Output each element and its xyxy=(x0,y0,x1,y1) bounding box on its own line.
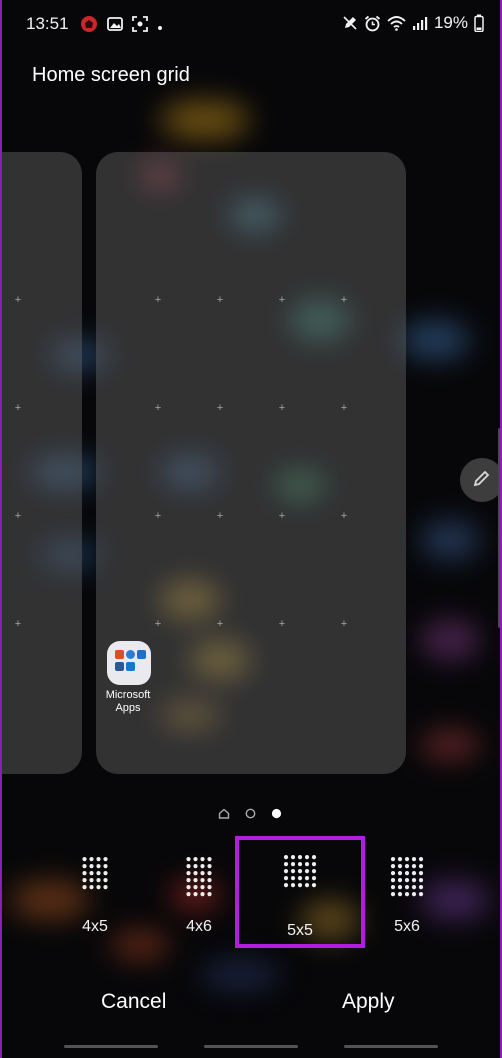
home-page-indicator-icon[interactable] xyxy=(218,806,230,824)
page-indicator xyxy=(0,803,502,819)
grid-cell-marker: + xyxy=(14,294,22,306)
grid-cell-marker: + xyxy=(278,510,286,522)
screen-title: Home screen grid xyxy=(32,64,190,86)
edit-button[interactable] xyxy=(460,458,502,502)
grid-cell-marker: + xyxy=(340,510,348,522)
grid-cell-marker: + xyxy=(14,510,22,522)
pencil-icon xyxy=(472,468,492,493)
grid-option-label: 5x6 xyxy=(394,918,420,935)
nav-bar-left-handle xyxy=(64,1045,158,1048)
grid-cell-marker: + xyxy=(278,402,286,414)
grid-cell-marker: + xyxy=(340,618,348,630)
page-dot-2-current[interactable] xyxy=(271,806,282,824)
grid-cell-marker: + xyxy=(154,618,162,630)
grid-cell-marker: + xyxy=(154,402,162,414)
notification-app-icon xyxy=(80,15,98,38)
grid-cell-marker: + xyxy=(14,402,22,414)
grid-cell-marker: + xyxy=(216,510,224,522)
grid-cell-marker: + xyxy=(278,294,286,306)
more-notifications-dot-icon xyxy=(157,18,163,36)
nav-bar-right-handle xyxy=(344,1045,438,1048)
grid-5x6-icon xyxy=(390,857,424,897)
battery-icon xyxy=(474,14,484,32)
grid-cell-marker: + xyxy=(278,618,286,630)
frame-edge-left xyxy=(0,0,2,1058)
apply-button[interactable]: Apply xyxy=(342,990,395,1014)
grid-cell-marker: + xyxy=(340,402,348,414)
grid-cell-marker: + xyxy=(154,294,162,306)
grid-cell-marker: + xyxy=(216,402,224,414)
home-page-preview-previous[interactable] xyxy=(0,152,82,774)
grid-4x6-icon xyxy=(186,857,212,897)
grid-cell-marker: + xyxy=(216,294,224,306)
grid-cell-marker: + xyxy=(216,618,224,630)
gallery-icon xyxy=(107,16,123,37)
pen-off-icon xyxy=(342,15,358,31)
page-dot-1[interactable] xyxy=(245,806,256,824)
wifi-icon xyxy=(387,15,406,31)
microsoft-apps-folder-icon[interactable] xyxy=(107,641,151,685)
microsoft-apps-label: Microsoft Apps xyxy=(105,689,151,714)
grid-cell-marker: + xyxy=(340,294,348,306)
grid-cell-marker: + xyxy=(14,618,22,630)
nav-bar-home-handle[interactable] xyxy=(204,1045,298,1048)
grid-5x5-icon xyxy=(283,855,317,888)
battery-percent: 19% xyxy=(433,13,468,32)
grid-4x5-icon xyxy=(82,857,108,890)
status-bar: 13:51 19% xyxy=(0,0,502,50)
grid-option-5x6[interactable]: 5x6 xyxy=(342,836,472,948)
cancel-button[interactable]: Cancel xyxy=(101,990,166,1014)
status-time: 13:51 xyxy=(26,14,69,33)
alarm-icon xyxy=(364,15,381,32)
screenshot-icon xyxy=(132,16,148,37)
grid-cell-marker: + xyxy=(154,510,162,522)
signal-icon xyxy=(412,16,428,31)
